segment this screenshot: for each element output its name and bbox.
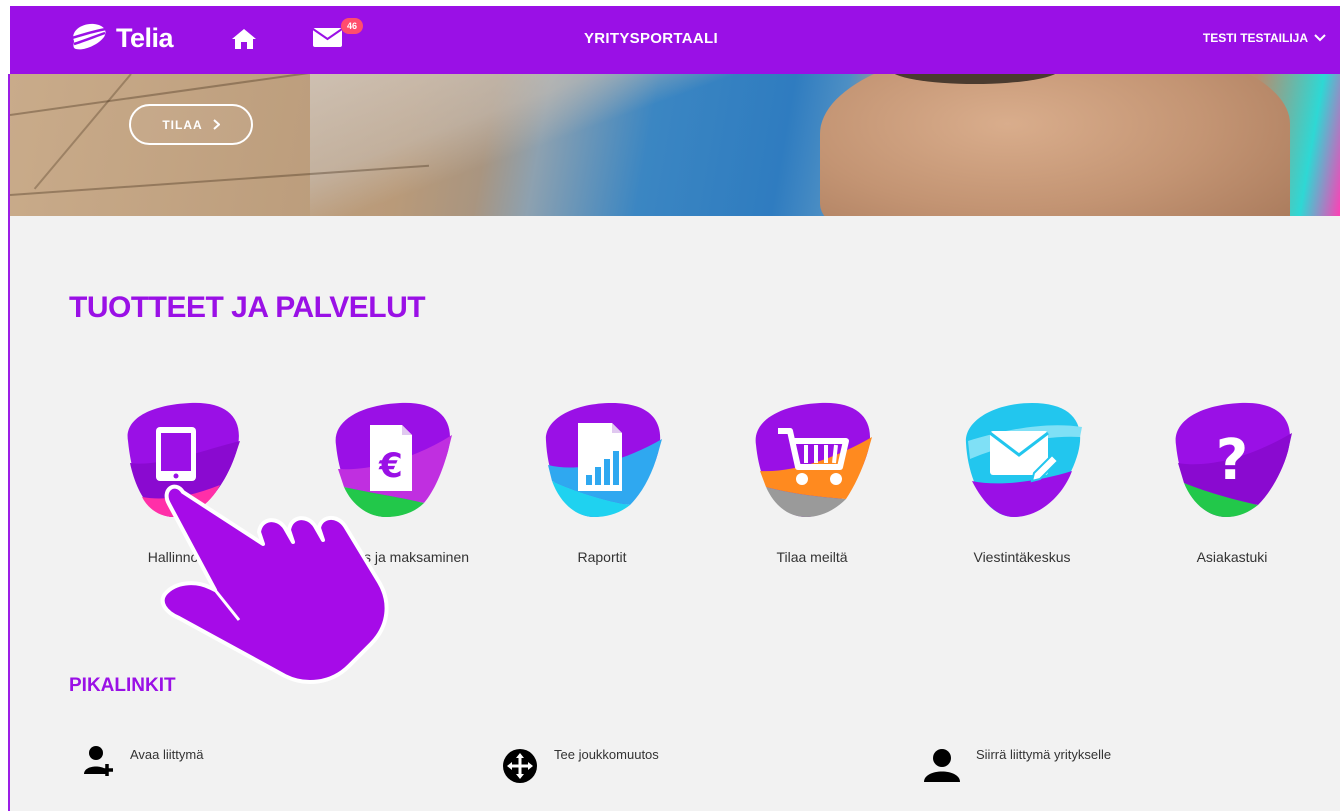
telia-logo[interactable]: Telia — [68, 21, 174, 55]
quick-link-label: Siirrä liittymä yritykselle — [976, 747, 1112, 762]
left-accent-line — [8, 74, 10, 811]
quick-links-title: PIKALINKIT — [69, 675, 176, 696]
chevron-right-icon — [212, 119, 220, 130]
product-label: Raportit — [577, 549, 627, 565]
svg-text:?: ? — [1216, 428, 1248, 493]
hero-banner: TILAA — [10, 74, 1340, 216]
product-tile-viestintakeskus[interactable]: Viestintäkeskus — [910, 401, 1110, 571]
products-title: TUOTTEET JA PALVELUT — [69, 291, 426, 324]
product-label: Tilaa meiltä — [776, 549, 848, 565]
user-menu[interactable]: TESTI TESTAILIJA — [1203, 31, 1326, 45]
shopping-cart-icon — [755, 402, 872, 517]
product-tile-laskutus[interactable]: € Laskutus ja maksaminen — [280, 401, 480, 571]
user-icon — [924, 749, 960, 782]
order-button[interactable]: TILAA — [129, 104, 253, 145]
telia-pebble-icon — [71, 23, 107, 50]
top-header: Telia 46 YRITYSPORTAALI TESTI TESTAILIJA — [10, 6, 1340, 74]
order-button-label: TILAA — [162, 117, 203, 132]
envelope-icon — [965, 403, 1082, 517]
quick-link-siirra-liittyma[interactable]: Siirrä liittymä yritykselle — [922, 744, 1111, 784]
product-tile-asiakastuki[interactable]: ? Asiakastuki — [1120, 401, 1320, 571]
logo-text: Telia — [116, 22, 174, 53]
tablet-icon — [127, 402, 240, 517]
product-label: Viestintäkeskus — [973, 549, 1071, 565]
quick-link-avaa-liittyma[interactable]: Avaa liittymä — [82, 744, 203, 778]
move-arrows-icon — [503, 749, 537, 783]
product-label: Asiakastuki — [1196, 549, 1268, 565]
add-user-icon — [84, 746, 113, 776]
mail-count-badge: 46 — [341, 18, 363, 34]
mail-icon[interactable] — [312, 26, 344, 48]
user-name: TESTI TESTAILIJA — [1202, 31, 1308, 45]
portal-title: YRITYSPORTAALI — [584, 30, 718, 47]
quick-link-label: Tee joukkomuutos — [554, 747, 659, 762]
product-label: Laskutus ja maksaminen — [314, 549, 470, 565]
svg-text:€: € — [378, 446, 403, 486]
chevron-down-icon — [1314, 34, 1326, 42]
app-frame: Telia 46 YRITYSPORTAALI TESTI TESTAILIJA… — [0, 0, 1340, 811]
product-tile-raportit[interactable]: Raportit — [490, 401, 690, 571]
report-chart-icon — [545, 403, 662, 517]
hero-person-image — [820, 74, 1290, 216]
question-mark-icon: ? — [1175, 402, 1292, 517]
quick-link-label: Avaa liittymä — [130, 747, 204, 762]
main-content: TUOTTEET JA PALVELUT Hallinnointi € Lask… — [10, 216, 1340, 811]
product-tile-tilaa-meilta[interactable]: Tilaa meiltä — [700, 401, 900, 571]
home-icon[interactable] — [231, 28, 257, 50]
hero-pool-edge — [310, 74, 870, 216]
invoice-euro-icon: € — [335, 402, 452, 517]
product-label: Hallinnointi — [147, 549, 217, 565]
product-tile-hallinnointi[interactable]: Hallinnointi — [70, 401, 270, 571]
products-grid: Hallinnointi € Laskutus ja maksaminen Ra… — [10, 401, 1340, 581]
quick-link-tee-joukkomuutos[interactable]: Tee joukkomuutos — [500, 744, 659, 784]
hero-tile-line — [33, 74, 132, 190]
